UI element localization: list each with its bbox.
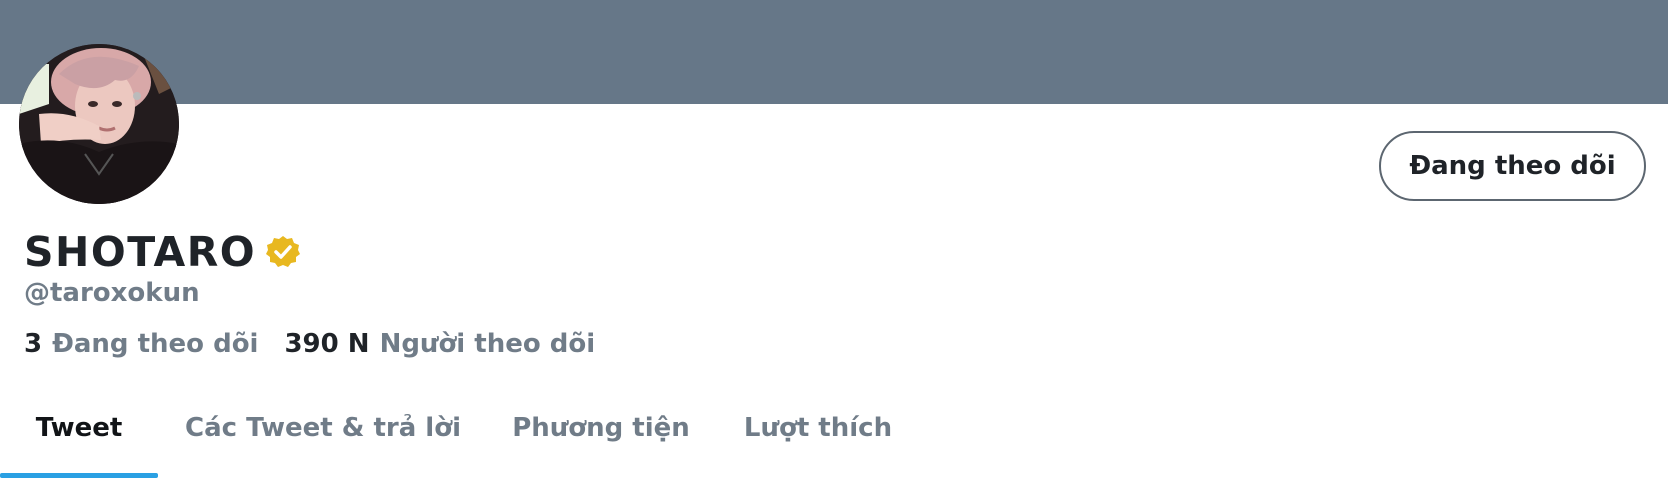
following-count: 3 xyxy=(24,329,43,359)
followers-label: Người theo dõi xyxy=(379,329,596,359)
tab-tweets-and-replies[interactable]: Các Tweet & trả lời xyxy=(158,392,488,464)
following-stat-link[interactable]: 3 Đang theo dõi xyxy=(24,328,258,360)
tab-tweets-and-replies-label: Các Tweet & trả lời xyxy=(185,413,461,443)
profile-page: Đang theo dõi SHOTARO @taroxokun 3 Đang … xyxy=(0,0,1668,490)
profile-tabs: Tweet Các Tweet & trả lời Phương tiện Lư… xyxy=(0,392,922,478)
tab-likes[interactable]: Lượt thích xyxy=(714,392,922,464)
profile-name-row: SHOTARO xyxy=(24,224,301,280)
profile-handle: @taroxokun xyxy=(24,278,200,308)
following-button[interactable]: Đang theo dõi xyxy=(1379,131,1646,201)
avatar-photo xyxy=(19,44,179,204)
tab-media-label: Phương tiện xyxy=(512,413,690,443)
tab-tweets[interactable]: Tweet xyxy=(0,392,158,478)
avatar[interactable] xyxy=(19,44,179,204)
profile-stats: 3 Đang theo dõi 390 N Người theo dõi xyxy=(24,328,621,360)
active-tab-indicator xyxy=(0,473,158,478)
verified-badge-icon[interactable] xyxy=(266,235,301,269)
profile-banner[interactable] xyxy=(0,0,1668,104)
tab-media[interactable]: Phương tiện xyxy=(488,392,714,464)
tab-tweets-label: Tweet xyxy=(35,413,123,443)
followers-stat-link[interactable]: 390 N Người theo dõi xyxy=(284,328,595,360)
tab-likes-label: Lượt thích xyxy=(743,413,893,443)
display-name: SHOTARO xyxy=(24,227,257,276)
followers-count: 390 N xyxy=(284,329,370,359)
following-label: Đang theo dõi xyxy=(52,329,259,359)
